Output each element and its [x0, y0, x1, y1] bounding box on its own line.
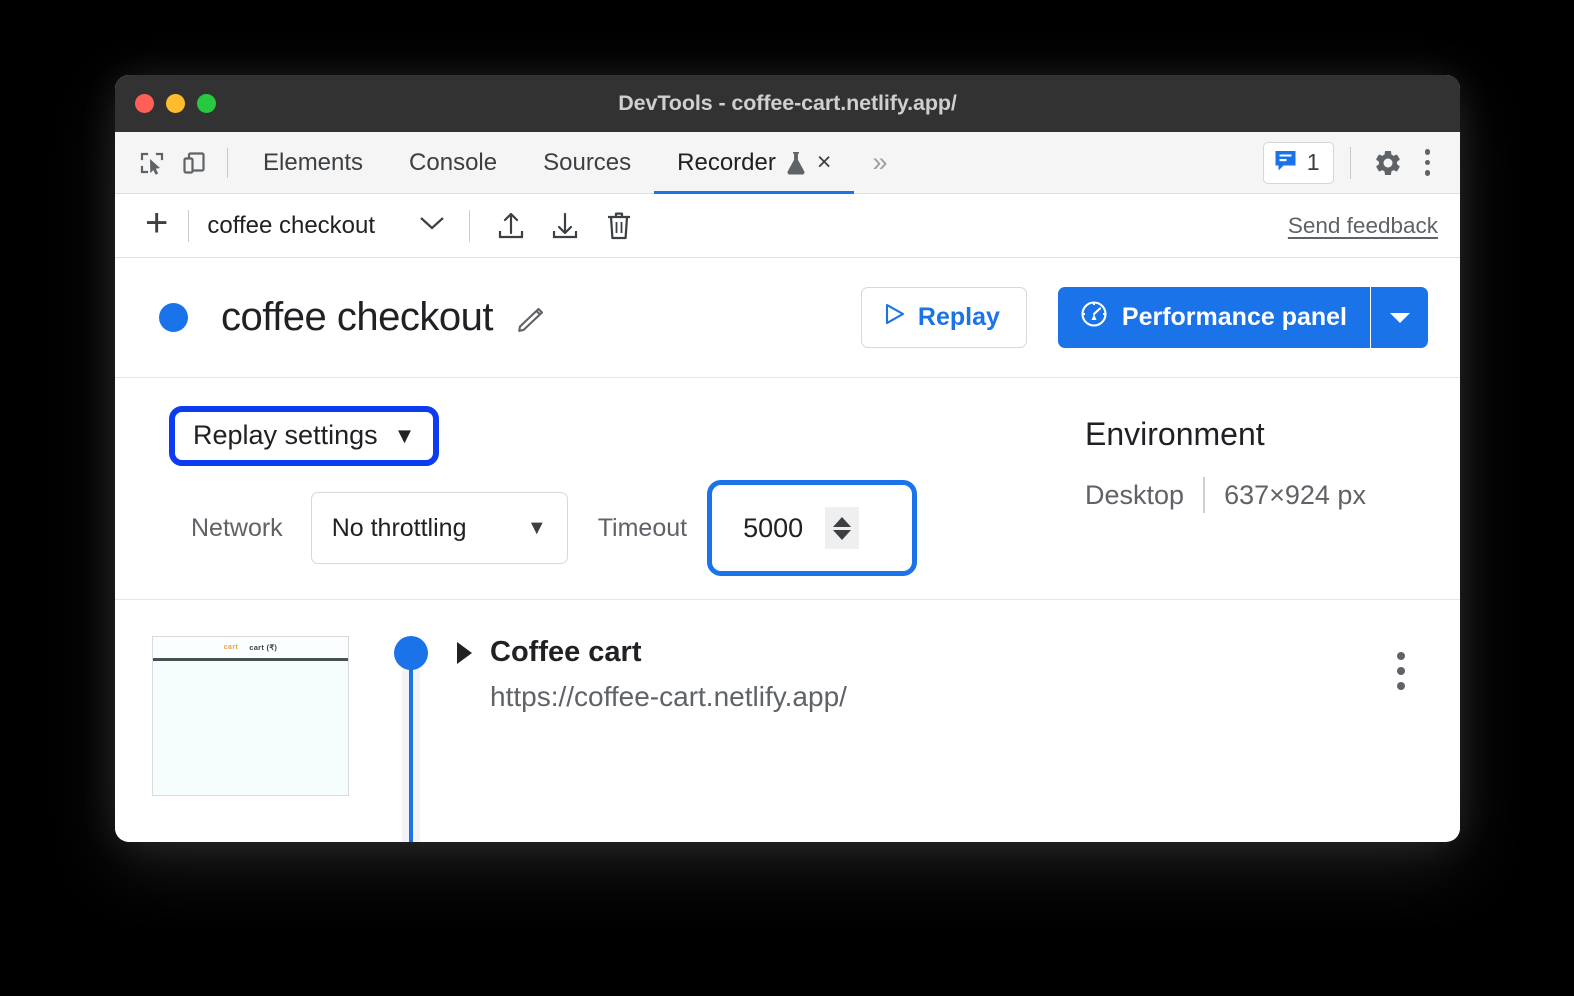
performance-gauge-icon: [1079, 299, 1109, 336]
thumbnail-page-header: cart cart (₹): [153, 637, 348, 661]
kebab-menu-icon[interactable]: [1413, 149, 1443, 176]
environment-divider: [1203, 477, 1206, 513]
device-toolbar-icon[interactable]: [173, 142, 215, 184]
recording-select-label[interactable]: coffee checkout: [203, 212, 375, 240]
replay-button-label: Replay: [917, 303, 1000, 331]
step-row[interactable]: cart cart (₹) Coffee cart https://coffee…: [115, 636, 1460, 842]
replay-settings-left: Replay settings ▼ Network No throttling …: [159, 406, 1059, 576]
maximize-window-button[interactable]: [197, 94, 216, 113]
step-title-row[interactable]: Coffee cart: [457, 636, 847, 669]
timeout-input[interactable]: 5000: [707, 480, 918, 576]
devtools-window: DevTools - coffee-cart.netlify.app/ Elem…: [115, 75, 1460, 842]
tab-console[interactable]: Console: [386, 132, 520, 193]
replay-settings-controls: Network No throttling ▼ Timeout 5000: [159, 480, 1059, 576]
play-triangle-icon: [884, 302, 906, 333]
tab-recorder-label: Recorder: [677, 148, 776, 176]
step-thumbnail: cart cart (₹): [152, 636, 349, 796]
gear-icon[interactable]: [1367, 142, 1409, 184]
environment-viewport: 637×924 px: [1224, 479, 1366, 510]
recording-status-dot: [159, 303, 188, 332]
pencil-icon[interactable]: [513, 301, 547, 335]
chevron-down-icon: ▼: [393, 422, 416, 448]
timeout-label: Timeout: [597, 513, 688, 542]
issues-count: 1: [1306, 149, 1320, 175]
timeout-value: 5000: [743, 512, 804, 543]
step-url: https://coffee-cart.netlify.app/: [490, 681, 847, 712]
performance-panel-label: Performance panel: [1121, 303, 1347, 331]
timeout-stepper[interactable]: [825, 507, 860, 549]
replay-settings-toggle[interactable]: Replay settings ▼: [168, 406, 440, 466]
window-titlebar: DevTools - coffee-cart.netlify.app/: [115, 75, 1460, 132]
toolbar-divider-2: [469, 209, 471, 242]
performance-panel-button[interactable]: Performance panel: [1057, 287, 1370, 348]
export-upload-icon[interactable]: [488, 203, 534, 249]
thumbnail-logo: cart: [223, 644, 239, 651]
add-recording-button[interactable]: +: [141, 203, 178, 248]
recording-title: coffee checkout: [221, 295, 493, 339]
issues-badge[interactable]: 1: [1262, 141, 1334, 184]
close-window-button[interactable]: [135, 94, 154, 113]
step-body: Coffee cart https://coffee-cart.netlify.…: [457, 636, 847, 713]
panel-tabs: Elements Console Sources Recorder × »: [240, 132, 898, 194]
inspect-element-icon[interactable]: [131, 142, 173, 184]
recorder-toolbar: + coffee checkout Send feedback: [115, 194, 1460, 258]
timeline-line: [409, 666, 413, 842]
minimize-window-button[interactable]: [166, 94, 185, 113]
performance-panel-split-button: Performance panel: [1057, 287, 1428, 348]
tab-elements[interactable]: Elements: [240, 132, 386, 193]
environment-section: Environment Desktop 637×924 px: [1059, 412, 1366, 563]
trash-icon[interactable]: [596, 203, 642, 249]
tabbar-divider: [227, 147, 228, 178]
step-kebab-menu-icon[interactable]: [1397, 636, 1405, 690]
devtools-tabbar: Elements Console Sources Recorder × » 1: [115, 132, 1460, 194]
stepper-up-icon[interactable]: [833, 516, 852, 527]
step-title: Coffee cart: [490, 636, 642, 668]
steps-list: cart cart (₹) Coffee cart https://coffee…: [115, 600, 1460, 842]
network-label: Network: [191, 513, 283, 542]
recording-header-actions: Replay Performance panel: [860, 287, 1428, 348]
replay-button[interactable]: Replay: [860, 287, 1027, 348]
tabbar-right-divider: [1349, 146, 1351, 179]
environment-device: Desktop: [1085, 479, 1185, 510]
tab-console-label: Console: [409, 148, 498, 176]
tab-elements-label: Elements: [263, 148, 364, 176]
tab-sources[interactable]: Sources: [520, 132, 654, 193]
stepper-down-icon[interactable]: [833, 529, 852, 540]
tabbar-right-actions: 1: [1262, 141, 1443, 184]
environment-details: Desktop 637×924 px: [1085, 477, 1366, 513]
window-title: DevTools - coffee-cart.netlify.app/: [618, 91, 957, 115]
network-throttling-select[interactable]: No throttling ▼: [310, 492, 568, 564]
step-timeline: [394, 636, 428, 842]
tab-recorder[interactable]: Recorder ×: [654, 132, 855, 194]
traffic-lights: [115, 94, 216, 113]
tab-sources-label: Sources: [543, 148, 632, 176]
expand-triangle-icon[interactable]: [457, 641, 472, 664]
replay-settings-section: Replay settings ▼ Network No throttling …: [115, 378, 1460, 600]
recording-header: coffee checkout Replay Performance panel: [115, 258, 1460, 378]
issues-message-icon: [1273, 148, 1298, 178]
chevron-down-icon: ▼: [526, 516, 547, 539]
flask-icon: [785, 150, 807, 176]
network-throttling-value: No throttling: [331, 513, 467, 542]
environment-title: Environment: [1085, 416, 1265, 452]
more-tabs-icon[interactable]: »: [862, 149, 897, 176]
timeline-step-dot: [394, 636, 428, 670]
toolbar-divider-1: [188, 209, 190, 242]
close-tab-icon[interactable]: ×: [817, 150, 832, 175]
chevron-down-icon[interactable]: [419, 215, 445, 236]
thumbnail-nav: cart (₹): [249, 643, 278, 652]
performance-panel-caret-icon[interactable]: [1370, 287, 1428, 348]
send-feedback-link[interactable]: Send feedback: [1288, 213, 1438, 239]
replay-settings-label: Replay settings: [193, 420, 378, 450]
import-download-icon[interactable]: [542, 203, 588, 249]
